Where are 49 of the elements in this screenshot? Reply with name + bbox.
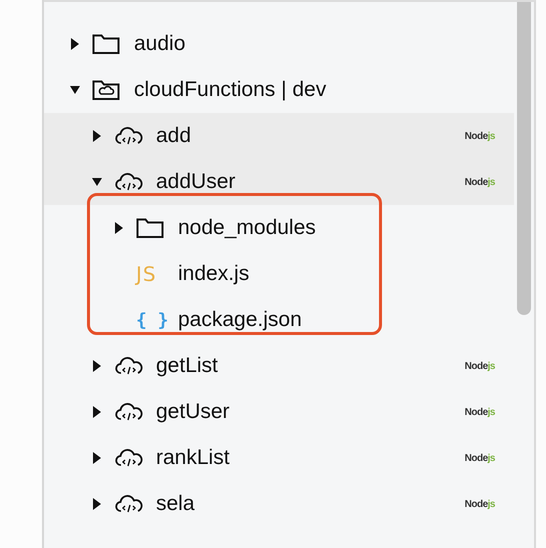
runtime-label: Nodejs [464,130,495,142]
collapsed-arrow-icon[interactable] [92,498,102,510]
tree-item-label[interactable]: getList [156,354,218,378]
tree-row[interactable]: JS index.js [44,251,514,297]
runtime-label: Nodejs [464,406,495,418]
runtime-label: Nodejs [464,452,495,464]
tree-item-label[interactable]: cloudFunctions | dev [134,78,326,102]
cloud-code-icon [114,401,144,423]
collapsed-arrow-icon[interactable] [70,38,80,50]
tree-row[interactable]: cloudFunctions | dev [44,67,514,113]
tree-item-label[interactable]: getUser [156,400,230,424]
collapsed-arrow-icon[interactable] [92,406,102,418]
tree-item-label[interactable]: sela [156,492,195,516]
cloud-code-icon [114,493,144,515]
tree-item-label[interactable]: audio [134,32,186,56]
collapsed-arrow-icon[interactable] [92,452,102,464]
cloud-code-icon [114,447,144,469]
tree-row[interactable]: getUser Nodejs [44,389,514,435]
js-file-icon: JS [136,262,157,286]
expanded-arrow-icon[interactable] [70,84,80,96]
tree-item-label[interactable]: index.js [178,262,250,286]
highlighted-row[interactable]: add Nodejs [44,113,514,159]
runtime-label: Nodejs [464,498,495,510]
expanded-arrow-icon[interactable] [92,176,102,188]
tree-item-label[interactable]: node_modules [178,216,316,240]
cloud-code-icon [114,355,144,377]
tree-item-label[interactable]: addUser [156,170,236,194]
tree-row[interactable]: node_modules [44,205,514,251]
cloud-folder-icon [92,79,120,101]
runtime-label: Nodejs [464,176,495,188]
tree-row[interactable]: getList Nodejs [44,343,514,389]
tree-row[interactable]: sela Nodejs [44,481,514,527]
collapsed-arrow-icon[interactable] [114,222,124,234]
collapsed-arrow-icon[interactable] [92,130,102,142]
highlighted-row[interactable]: addUser Nodejs [44,159,514,205]
cloud-code-icon [114,171,144,193]
cloud-code-icon [114,125,144,147]
folder-icon [136,217,164,239]
tree-row[interactable]: audio [44,21,514,67]
tree-item-label[interactable]: package.json [178,308,302,332]
collapsed-arrow-icon[interactable] [92,360,102,372]
tree-item-label[interactable]: rankList [156,446,230,470]
runtime-label: Nodejs [464,360,495,372]
tree-row[interactable]: { } package.json [44,297,514,343]
braces-icon: { } [136,310,169,330]
folder-icon [92,33,120,55]
tree-item-label[interactable]: add [156,124,192,148]
tree-row[interactable]: rankList Nodejs [44,435,514,481]
scrollbar-thumb[interactable] [517,2,531,315]
